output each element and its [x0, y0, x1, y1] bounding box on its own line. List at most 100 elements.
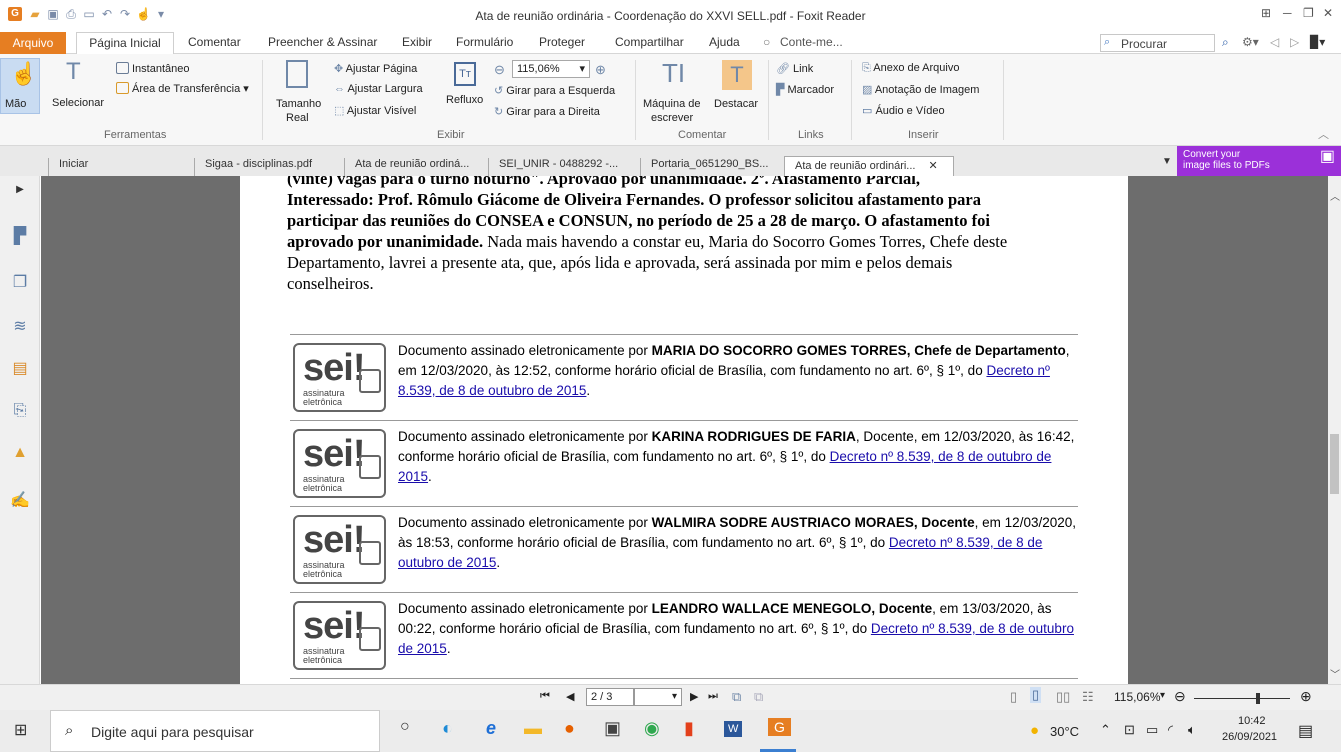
menu-comentar[interactable]: Comentar	[188, 35, 241, 49]
search-box[interactable]: ⌕ Procurar	[1100, 34, 1215, 52]
menu-pagina-inicial[interactable]: Página Inicial	[76, 32, 174, 55]
settings-icon[interactable]: ⚙▾	[1242, 35, 1259, 49]
clock-date[interactable]: 26/09/2021	[1222, 731, 1277, 743]
scroll-up-icon[interactable]: ︿	[1330, 188, 1340, 203]
menu-compartilhar[interactable]: Compartilhar	[615, 35, 684, 49]
fit-page-button[interactable]: ✥ Ajustar Página	[334, 62, 417, 75]
foxit-taskbar-icon[interactable]: G	[768, 718, 791, 736]
zoom-level[interactable]: 115,06%	[1114, 690, 1160, 704]
tab-iniciar[interactable]: Iniciar	[48, 158, 190, 176]
actual-size-button[interactable]: Tamanho Real	[274, 58, 322, 124]
menu-exibir[interactable]: Exibir	[402, 35, 432, 49]
pages-icon[interactable]: ❐	[10, 272, 30, 292]
select-tool-button[interactable]: T Selecionar	[50, 58, 112, 118]
close-button[interactable]: ✕	[1323, 6, 1333, 20]
store-icon[interactable]: ▣	[604, 718, 621, 739]
typewriter-button[interactable]: TI Máquina de escrever	[640, 58, 710, 126]
restore-button[interactable]: ❐	[1303, 6, 1314, 20]
taskbar-search-box[interactable]: ⌕ Digite aqui para pesquisar	[50, 710, 380, 752]
windows-start-icon[interactable]: ⊞	[14, 720, 27, 740]
image-annotation-button[interactable]: ▨ Anotação de Imagem	[862, 83, 979, 96]
chrome-icon[interactable]: ◉	[644, 718, 660, 739]
page-dropdown[interactable]: ▾	[634, 688, 682, 706]
tell-me-input[interactable]: Conte-me...	[780, 35, 843, 49]
snapshot-button[interactable]: Instantâneo	[116, 62, 190, 75]
scroll-down-icon[interactable]: ﹀	[1330, 666, 1340, 681]
zoom-slider[interactable]	[1194, 693, 1290, 704]
menu-formulario[interactable]: Formulário	[456, 35, 513, 49]
search-icon[interactable]: ⌕	[1222, 35, 1229, 50]
wifi-icon[interactable]: ◜	[1168, 722, 1173, 738]
zoom-out-icon[interactable]: ⊖	[1174, 688, 1186, 705]
security-lock-icon[interactable]: ▲	[10, 444, 30, 462]
prev-icon[interactable]: ◁	[1270, 35, 1279, 49]
rotate-left-button[interactable]: ↺ Girar para a Esquerda	[494, 84, 615, 97]
menu-arquivo[interactable]: Arquivo	[0, 32, 66, 54]
tab-ata-active[interactable]: Ata de reunião ordinári... ✕	[784, 156, 954, 176]
tab-sigaa[interactable]: Sigaa - disciplinas.pdf	[194, 158, 342, 176]
edge-icon[interactable]: ◐	[442, 718, 453, 739]
minimize-button[interactable]: ─	[1283, 6, 1292, 20]
menu-ajuda[interactable]: Ajuda	[709, 35, 740, 49]
tab-ata-1[interactable]: Ata de reunião ordiná...	[344, 158, 484, 176]
file-explorer-icon[interactable]: ▬	[524, 718, 542, 739]
office-icon[interactable]: ▮	[684, 718, 694, 739]
internet-explorer-icon[interactable]: e	[486, 718, 496, 739]
volume-icon[interactable]: 🔈︎	[1188, 722, 1196, 738]
last-page-icon[interactable]: ⏭	[708, 690, 718, 703]
close-tab-icon[interactable]: ✕	[929, 160, 938, 172]
tray-chevron-icon[interactable]: ⌃	[1100, 722, 1111, 738]
vertical-scrollbar[interactable]: ︿ ﹀	[1328, 176, 1341, 684]
convert-promo-banner[interactable]: Convert your image files to PDFs ▣	[1177, 146, 1341, 176]
facing-page-icon[interactable]: ▯▯	[1056, 689, 1070, 705]
next-icon[interactable]: ▷	[1290, 35, 1299, 49]
insert-page-icon[interactable]: ⧉	[732, 689, 741, 705]
zoom-dropdown-icon[interactable]: ▾	[1160, 690, 1165, 701]
task-view-icon[interactable]: ○	[400, 718, 410, 736]
prev-page-icon[interactable]: ◀	[566, 690, 574, 703]
audio-video-button[interactable]: ▭ Áudio e Vídeo	[862, 104, 945, 117]
link-button[interactable]: 🔗︎ Link	[776, 62, 813, 75]
temperature[interactable]: 30°C	[1050, 724, 1079, 739]
extract-page-icon[interactable]: ⧉	[754, 689, 763, 705]
word-icon[interactable]: W	[724, 721, 743, 737]
single-page-icon[interactable]: ▯	[1010, 689, 1017, 705]
layers-icon[interactable]: ≋	[10, 316, 30, 336]
file-attachment-button[interactable]: ⎘ Anexo de Arquivo	[862, 62, 959, 75]
hand-tool-button[interactable]: ☝ Mão	[0, 58, 40, 114]
comments-icon[interactable]: ▤	[10, 358, 30, 378]
account-icon[interactable]: ▉▾	[1310, 35, 1325, 49]
tab-portaria[interactable]: Portaria_0651290_BS...	[640, 158, 784, 176]
first-page-icon[interactable]: ⏮	[540, 690, 550, 703]
fit-width-button[interactable]: ⇔ Ajustar Largura	[334, 83, 423, 95]
notifications-icon[interactable]: ▤	[1298, 721, 1313, 741]
battery-icon[interactable]: ▭	[1146, 722, 1158, 738]
page-number-input[interactable]: 2 / 3	[586, 688, 634, 706]
next-page-icon[interactable]: ▶	[690, 690, 698, 703]
highlight-button[interactable]: T Destacar	[712, 58, 764, 116]
fit-visible-button[interactable]: ⬚ Ajustar Visível	[334, 104, 416, 117]
continuous-page-icon[interactable]: ▯	[1030, 687, 1042, 703]
network-icon[interactable]: ⊡	[1124, 722, 1135, 738]
scroll-thumb[interactable]	[1330, 434, 1339, 494]
menu-preencher-assinar[interactable]: Preencher & Assinar	[268, 35, 377, 49]
bookmarks-icon[interactable]: ▛	[10, 226, 30, 246]
tab-sei-unir[interactable]: SEI_UNIR - 0488292 -...	[488, 158, 636, 176]
bookmark-button[interactable]: ▛ Marcador	[776, 83, 834, 96]
search-input[interactable]: Procurar	[1121, 37, 1167, 51]
continuous-facing-icon[interactable]: ☷	[1082, 689, 1094, 705]
rotate-right-button[interactable]: ↻ Girar para a Direita	[494, 105, 600, 118]
zoom-in-icon[interactable]: ⊕	[595, 62, 606, 78]
expand-panel-icon[interactable]: ▶	[10, 184, 30, 195]
zoom-select[interactable]: 115,06% ▾	[512, 60, 590, 78]
tab-list-dropdown-icon[interactable]: ▼	[1162, 156, 1172, 167]
menu-proteger[interactable]: Proteger	[539, 35, 585, 49]
clock-time[interactable]: 10:42	[1238, 715, 1266, 727]
attachments-icon[interactable]: ⎘	[10, 402, 30, 420]
signature-icon[interactable]: ✍	[10, 490, 30, 510]
collapse-ribbon-icon[interactable]: ︿	[1318, 126, 1329, 142]
reflow-button[interactable]: Tт Refluxo	[444, 62, 486, 118]
zoom-out-icon[interactable]: ⊖	[494, 62, 505, 78]
zoom-slider-thumb[interactable]	[1256, 693, 1260, 704]
clipboard-button[interactable]: Área de Transferência ▾	[116, 82, 249, 95]
